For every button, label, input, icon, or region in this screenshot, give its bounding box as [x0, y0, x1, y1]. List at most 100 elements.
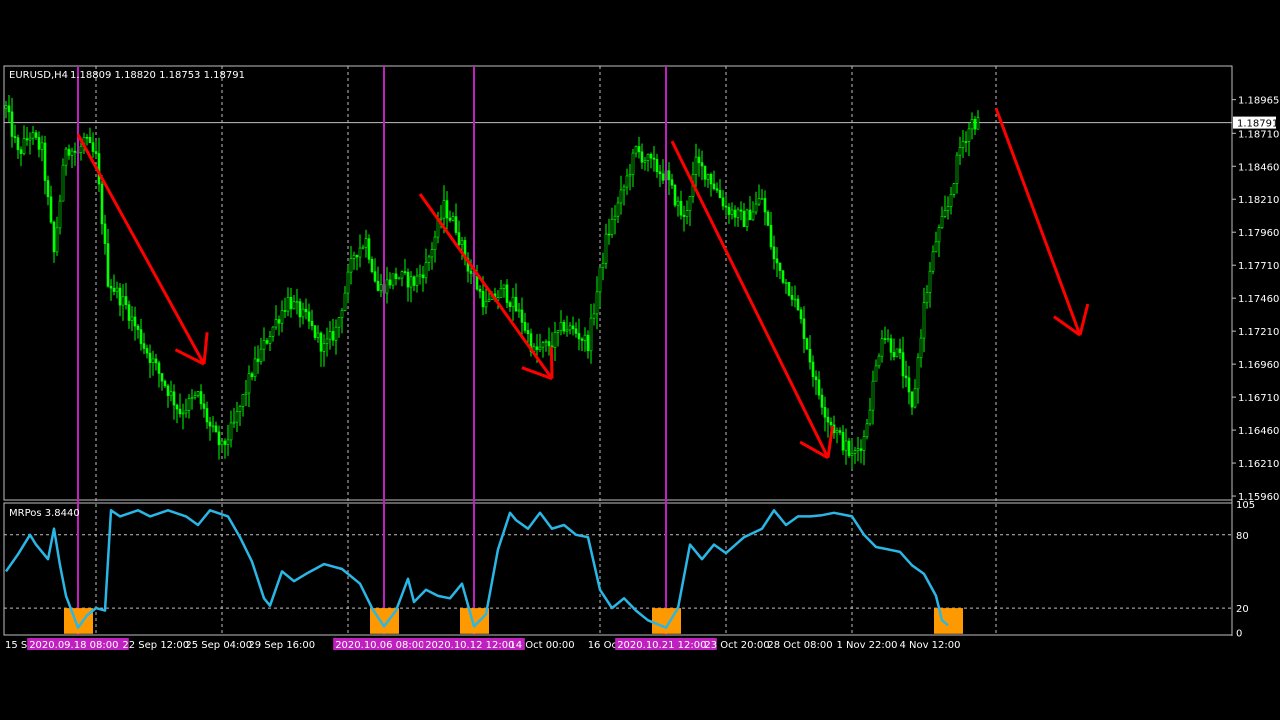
candle-body: [520, 309, 524, 323]
candle-body: [637, 146, 641, 153]
candle-body: [355, 254, 359, 258]
candle-body: [79, 145, 83, 153]
candle-body: [694, 156, 698, 175]
candle-body: [373, 271, 377, 282]
candle-body: [499, 288, 503, 298]
candle-body: [256, 358, 260, 362]
candle-body: [271, 326, 275, 337]
candle-body: [742, 210, 746, 227]
chart-ohlc: 1.18809 1.18820 1.18753 1.18791: [70, 70, 245, 81]
price-tick-label: 1.17710: [1238, 261, 1279, 272]
candle-body: [124, 296, 128, 305]
candle-body: [754, 203, 758, 213]
candle-body: [946, 206, 950, 211]
time-axis-label: 22 Sep 12:00: [122, 640, 189, 651]
time-axis-label: 2020.10.21 12:00: [617, 640, 706, 651]
candle-body: [757, 198, 761, 205]
candle-body: [370, 259, 374, 272]
candle-body: [388, 279, 392, 286]
candle-body: [964, 141, 968, 143]
candle-body: [163, 380, 167, 387]
candle-body: [403, 271, 407, 273]
candle-body: [925, 292, 929, 304]
candle-body: [679, 200, 683, 216]
price-tick-label: 1.18460: [1238, 162, 1279, 173]
price-tick-label: 1.16710: [1238, 393, 1279, 404]
candle-body: [292, 301, 296, 310]
candle-body: [592, 313, 596, 319]
candle-body: [913, 388, 917, 408]
candle-body: [859, 448, 863, 451]
candle-body: [130, 316, 134, 321]
price-tick-label: 1.18210: [1238, 195, 1279, 206]
chart-symbol: EURUSD,H4: [9, 70, 68, 81]
candle-body: [19, 149, 23, 154]
candle-body: [556, 330, 560, 333]
candle-body: [394, 273, 398, 280]
candle-body: [625, 175, 629, 188]
candle-body: [907, 377, 911, 393]
candle-body: [181, 412, 185, 415]
candle-body: [73, 150, 77, 153]
candle-body: [412, 276, 416, 286]
candle-body: [229, 422, 233, 441]
candle-body: [424, 262, 428, 279]
indicator-signal-box: [64, 608, 93, 634]
candle-body: [760, 198, 764, 200]
indicator-tick-label: 20: [1236, 604, 1249, 615]
candle-body: [286, 296, 290, 312]
candle-body: [703, 165, 707, 180]
candle-body: [940, 216, 944, 229]
candle-body: [133, 316, 137, 327]
candle-body: [208, 421, 212, 427]
candle-body: [739, 209, 743, 212]
candle-body: [610, 218, 614, 235]
candle-body: [283, 310, 287, 312]
candle-body: [421, 274, 425, 279]
candle-body: [706, 173, 710, 180]
candle-body: [277, 319, 281, 324]
candle-body: [427, 256, 431, 263]
candle-body: [391, 273, 395, 286]
candle-body: [961, 141, 965, 148]
candle-body: [583, 334, 587, 341]
candle-body: [358, 247, 362, 258]
candle-body: [28, 137, 32, 141]
time-axis-label: 4 Nov 12:00: [899, 640, 960, 651]
candle-body: [148, 352, 152, 363]
candle-body: [718, 189, 722, 199]
candle-body: [730, 209, 734, 215]
time-axis-label: 1 Nov 22:00: [836, 640, 897, 651]
price-tick-label: 1.18965: [1238, 96, 1279, 107]
candle-body: [844, 440, 848, 451]
candle-body: [805, 338, 809, 350]
candle-body: [121, 296, 125, 306]
candle-body: [727, 206, 731, 215]
candle-body: [442, 200, 446, 219]
trend-arrow-head: [549, 346, 554, 379]
price-tick-label: 1.17460: [1238, 294, 1279, 305]
candle-body: [31, 132, 35, 139]
candle-body: [247, 373, 251, 394]
candle-body: [820, 394, 824, 408]
candle-body: [862, 436, 866, 451]
candle-body: [577, 333, 581, 340]
candle-body: [523, 322, 527, 331]
price-tick-label: 1.16210: [1238, 459, 1279, 470]
candle-body: [160, 373, 164, 382]
candle-body: [934, 241, 938, 253]
candle-body: [904, 375, 908, 379]
candle-body: [64, 148, 68, 166]
candle-body: [595, 291, 599, 315]
candle-body: [850, 453, 854, 456]
candle-body: [103, 223, 107, 244]
candle-body: [517, 309, 521, 312]
candle-body: [67, 148, 71, 156]
candle-body: [538, 346, 542, 350]
candle-body: [232, 421, 236, 424]
candle-body: [853, 450, 857, 454]
candle-body: [508, 302, 512, 308]
candle-body: [895, 348, 899, 358]
candle-body: [880, 338, 884, 357]
candle-body: [571, 325, 575, 330]
